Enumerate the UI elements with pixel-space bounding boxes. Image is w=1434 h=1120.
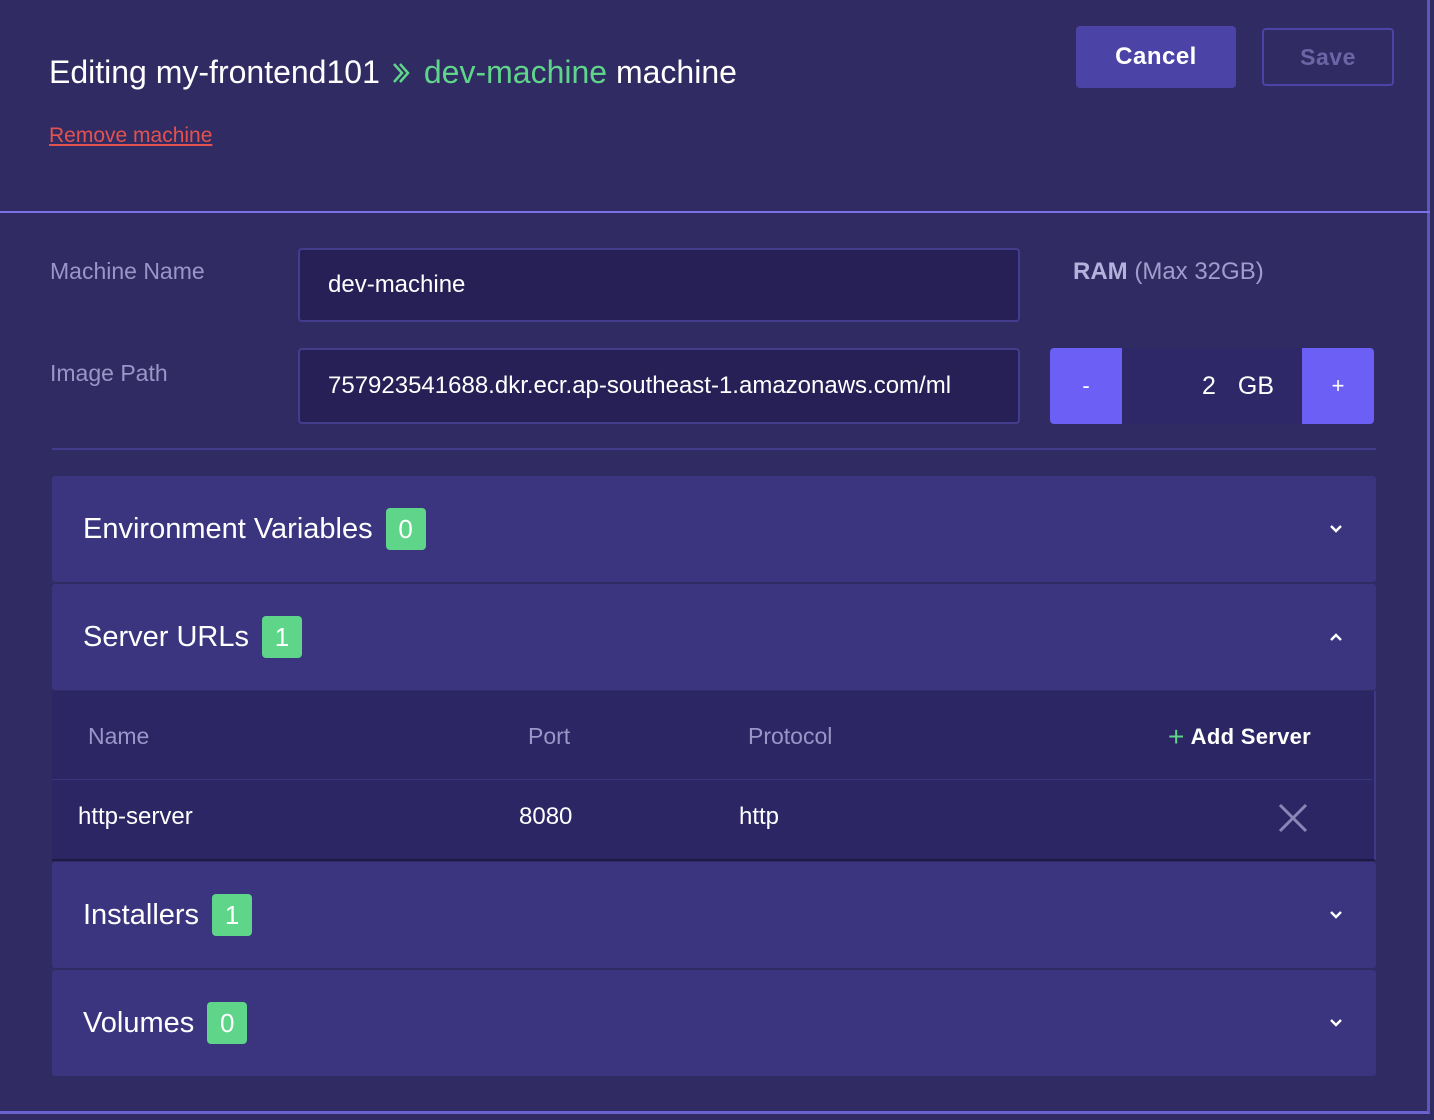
add-server-button[interactable]: + Add Server	[1168, 721, 1311, 753]
column-header-name: Name	[88, 723, 150, 749]
form-divider	[52, 448, 1376, 450]
server-protocol-cell: http	[739, 803, 780, 830]
save-button[interactable]: Save	[1262, 28, 1394, 86]
image-path-input[interactable]	[298, 348, 1020, 424]
section-title-text: Installers	[83, 898, 200, 931]
section-title: Environment Variables 0	[83, 476, 426, 582]
servers-table: Name Port Protocol + Add Server http-ser…	[52, 691, 1376, 861]
title-app-name: my-frontend101	[155, 54, 380, 90]
plus-icon: +	[1168, 721, 1185, 752]
image-path-label: Image Path	[50, 360, 168, 386]
section-title: Installers 1	[83, 862, 253, 968]
ram-max-hint: (Max 32GB)	[1134, 258, 1264, 285]
count-badge: 0	[207, 1002, 248, 1044]
ram-value-display[interactable]: 2 GB	[1122, 348, 1302, 424]
section-title: Server URLs 1	[83, 584, 302, 690]
section-title-text: Volumes	[83, 1006, 195, 1039]
title-machine-name: dev-machine	[423, 54, 608, 90]
chevron-down-icon[interactable]	[1326, 1013, 1346, 1033]
title-suffix: machine	[615, 54, 737, 90]
ram-unit: GB	[1237, 371, 1274, 400]
add-server-label: Add Server	[1190, 724, 1312, 749]
section-title-text: Server URLs	[83, 620, 249, 653]
chevron-down-icon[interactable]	[1326, 519, 1346, 539]
section-title: Volumes 0	[83, 970, 248, 1076]
ram-decrement-button[interactable]: -	[1050, 348, 1122, 424]
row-divider	[52, 779, 1372, 780]
ram-increment-button[interactable]: +	[1302, 348, 1374, 424]
title-prefix: Editing	[49, 54, 147, 90]
machine-name-label: Machine Name	[50, 258, 205, 284]
chevron-down-icon[interactable]	[1326, 905, 1346, 925]
column-header-protocol: Protocol	[748, 723, 833, 749]
ram-label-text: RAM	[1073, 258, 1128, 285]
server-name-cell: http-server	[78, 803, 193, 830]
machine-name-input[interactable]	[298, 248, 1020, 322]
close-icon[interactable]	[1276, 801, 1310, 835]
count-badge: 1	[262, 616, 302, 658]
ram-value: 2	[1201, 371, 1216, 400]
section-volumes[interactable]: Volumes 0	[52, 970, 1376, 1076]
column-header-port: Port	[528, 723, 571, 749]
cancel-button[interactable]: Cancel	[1076, 26, 1236, 88]
page-title: Editing my-frontend101 dev-machine machin…	[49, 52, 737, 97]
ram-label: RAM (Max 32GB)	[1073, 258, 1264, 286]
section-server-urls[interactable]: Server URLs 1	[52, 584, 1376, 690]
server-port-cell: 8080	[519, 803, 573, 830]
editor-header: Editing my-frontend101 dev-machine machin…	[0, 0, 1430, 213]
chevron-right-icon	[392, 53, 410, 93]
remove-machine-link[interactable]: Remove machine	[49, 124, 212, 148]
count-badge: 0	[385, 508, 426, 550]
section-environment-variables[interactable]: Environment Variables 0	[52, 476, 1376, 582]
count-badge: 1	[212, 894, 253, 936]
ram-stepper: - 2 GB +	[1050, 348, 1374, 424]
section-title-text: Environment Variables	[83, 512, 373, 545]
section-installers[interactable]: Installers 1	[52, 862, 1376, 968]
chevron-up-icon[interactable]	[1326, 627, 1346, 647]
